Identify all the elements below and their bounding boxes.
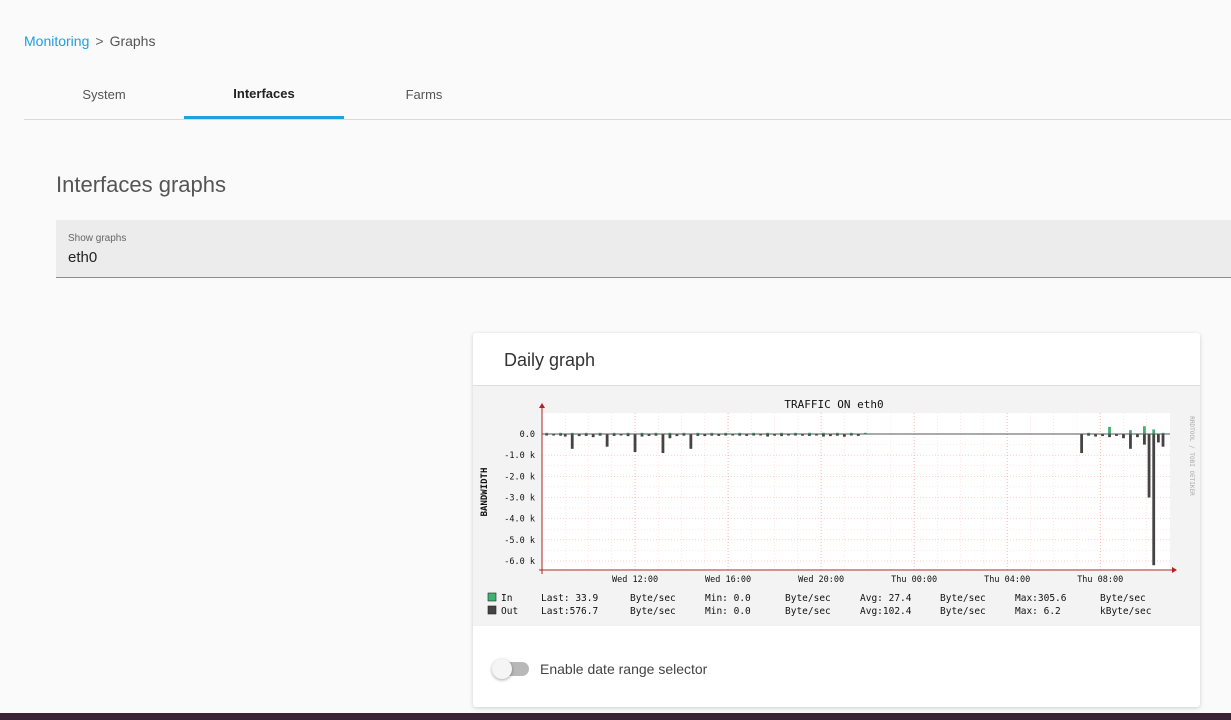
legend-out-last: Last:576.7 bbox=[541, 606, 598, 617]
legend-out-max: Max: 6.2 bbox=[1015, 606, 1061, 617]
page-title: Interfaces graphs bbox=[56, 172, 226, 197]
y-tick-label: 0.0 bbox=[520, 430, 535, 440]
legend-in-min: Min: 0.0 bbox=[705, 593, 751, 604]
out-series-bar bbox=[605, 434, 609, 447]
legend-in-unit-avg: Byte/sec bbox=[940, 593, 986, 604]
toggle-label: Enable date range selector bbox=[540, 661, 708, 677]
out-series-bar bbox=[570, 434, 574, 449]
x-tick-label: Thu 04:00 bbox=[984, 575, 1030, 585]
legend-in-unit-last: Byte/sec bbox=[630, 593, 676, 604]
card-title: Daily graph bbox=[504, 350, 596, 370]
y-tick-label: -5.0 k bbox=[504, 536, 535, 546]
breadcrumb-current: Graphs bbox=[109, 33, 156, 49]
x-tick-label: Thu 00:00 bbox=[891, 575, 937, 585]
breadcrumb: Monitoring > Graphs bbox=[24, 33, 155, 49]
out-series-bar bbox=[633, 434, 637, 452]
out-series-bar bbox=[1129, 434, 1132, 449]
out-series-bar bbox=[1156, 434, 1160, 443]
out-series-bar bbox=[668, 434, 672, 439]
legend-in-max: Max:305.6 bbox=[1015, 593, 1067, 604]
legend-out-unit-avg: Byte/sec bbox=[940, 606, 986, 617]
rrdtool-side-label: RRDTOOL / TOBI OETIKER bbox=[1188, 416, 1195, 496]
show-graphs-label: Show graphs bbox=[68, 233, 127, 244]
legend-in-avg: Avg: 27.4 bbox=[860, 593, 912, 604]
in-series-bar bbox=[1143, 426, 1146, 434]
daily-graph-card: Daily graph TRAFFIC ON eth0 BANDWIDTH RR… bbox=[473, 333, 1200, 707]
legend-out-unit-last: Byte/sec bbox=[630, 606, 676, 617]
y-tick-label: -1.0 k bbox=[504, 451, 535, 461]
show-graphs-select[interactable]: Show graphs eth0 bbox=[56, 220, 1231, 278]
bottom-bar bbox=[0, 713, 1231, 720]
x-tick-label: Wed 12:00 bbox=[612, 575, 658, 585]
legend-in-swatch bbox=[487, 592, 497, 602]
y-tick-label: -3.0 k bbox=[504, 494, 535, 504]
legend-out-min: Min: 0.0 bbox=[705, 606, 751, 617]
breadcrumb-monitoring-link[interactable]: Monitoring bbox=[24, 33, 89, 49]
legend-in-unit-max: Byte/sec bbox=[1100, 593, 1146, 604]
legend-in-last: Last: 33.9 bbox=[541, 593, 598, 604]
out-series-bar bbox=[1080, 434, 1084, 454]
traffic-chart: TRAFFIC ON eth0 BANDWIDTH RRDTOOL / TOBI… bbox=[473, 386, 1200, 626]
legend-out-unit-max: kByte/sec bbox=[1100, 606, 1151, 617]
legend-in-unit-min: Byte/sec bbox=[785, 593, 831, 604]
legend-out-row: Out Last:576.7 Byte/sec Min: 0.0 Byte/se… bbox=[487, 605, 1151, 617]
tab-interfaces[interactable]: Interfaces bbox=[184, 70, 344, 119]
y-tick-label: -4.0 k bbox=[504, 515, 535, 525]
out-series-bar bbox=[1143, 434, 1146, 445]
show-graphs-value: eth0 bbox=[68, 249, 98, 266]
legend-out-unit-min: Byte/sec bbox=[785, 606, 831, 617]
tab-farms[interactable]: Farms bbox=[344, 70, 504, 119]
y-tick-label: -6.0 k bbox=[504, 557, 535, 567]
y-tick-label: -2.0 k bbox=[504, 472, 535, 482]
traffic-graph-image: TRAFFIC ON eth0 BANDWIDTH RRDTOOL / TOBI… bbox=[473, 385, 1200, 626]
legend-in-row: In Last: 33.9 Byte/sec Min: 0.0 Byte/sec… bbox=[487, 592, 1146, 604]
legend-in-name: In bbox=[501, 593, 512, 604]
out-series-bar bbox=[689, 434, 693, 449]
out-series-bar bbox=[1147, 434, 1151, 498]
in-series-bar bbox=[1108, 426, 1111, 434]
y-axis-label: BANDWIDTH bbox=[480, 468, 490, 517]
chart-title: TRAFFIC ON eth0 bbox=[784, 398, 883, 411]
x-tick-label: Wed 16:00 bbox=[705, 575, 751, 585]
tab-system[interactable]: System bbox=[24, 70, 184, 119]
graph-tabs: System Interfaces Farms bbox=[24, 70, 1231, 120]
in-series-bar bbox=[1129, 430, 1132, 434]
toggle-knob[interactable] bbox=[492, 659, 512, 679]
legend-out-name: Out bbox=[501, 606, 518, 617]
out-series-bar bbox=[1161, 434, 1165, 447]
breadcrumb-separator: > bbox=[95, 33, 104, 49]
legend-out-swatch bbox=[487, 605, 497, 615]
in-series-bar bbox=[1152, 429, 1156, 434]
out-series-bar bbox=[661, 434, 665, 454]
date-range-toggle[interactable]: Enable date range selector bbox=[492, 659, 708, 679]
legend-out-avg: Avg:102.4 bbox=[860, 606, 912, 617]
out-series-bar bbox=[1152, 434, 1156, 566]
x-tick-label: Wed 20:00 bbox=[798, 575, 844, 585]
x-tick-label: Thu 08:00 bbox=[1077, 575, 1123, 585]
out-series-bar bbox=[1122, 434, 1125, 439]
toggle-switch[interactable] bbox=[492, 659, 529, 679]
